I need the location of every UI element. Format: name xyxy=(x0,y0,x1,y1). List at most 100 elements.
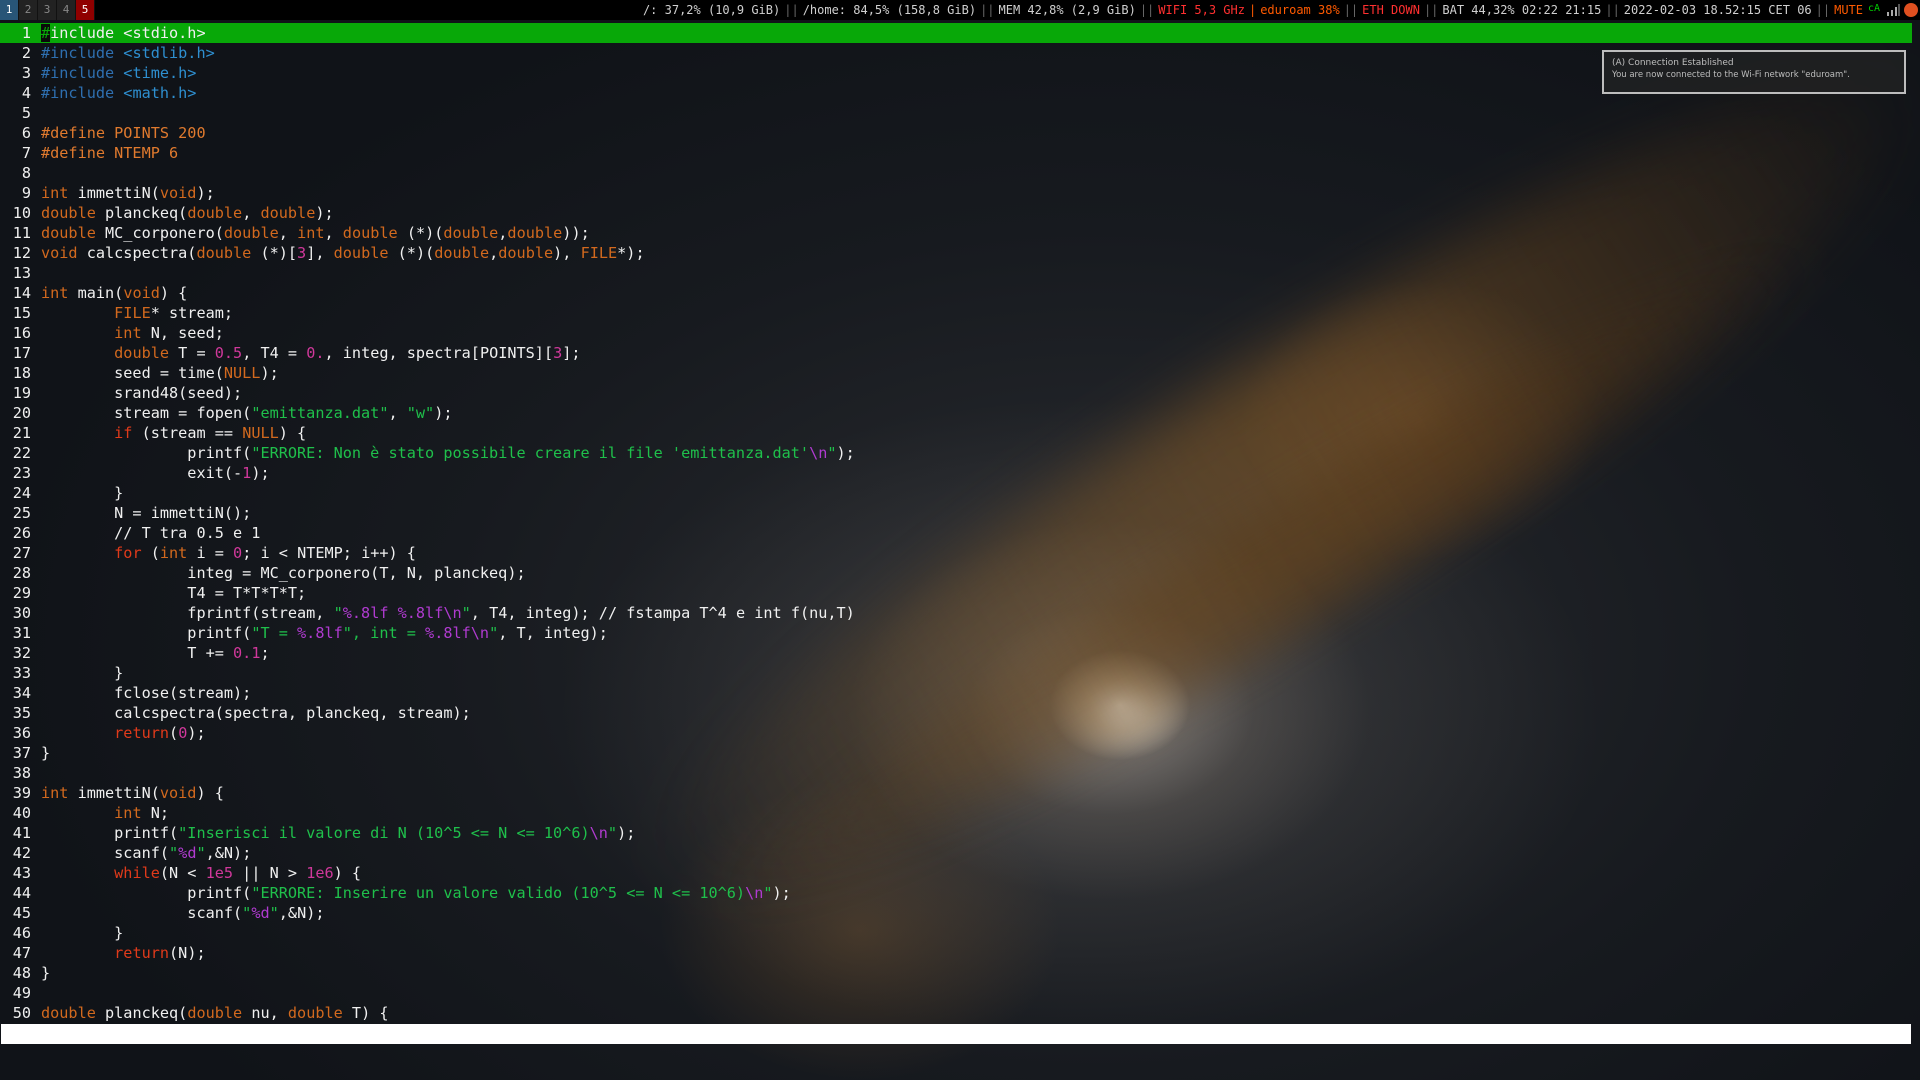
line-number: 29 xyxy=(12,584,31,602)
status-blocks: /: 37,2% (10,9 GiB) || /home: 84,5% (158… xyxy=(640,3,1920,17)
code-line[interactable]: 34 fclose(stream); xyxy=(0,683,1912,703)
line-number: 26 xyxy=(12,524,31,542)
code-token: 0.1 xyxy=(233,644,261,662)
code-line[interactable]: 28 integ = MC_corponero(T, N, planckeq); xyxy=(0,563,1912,583)
code-line[interactable]: 22 printf("ERRORE: Non è stato possibile… xyxy=(0,443,1912,463)
ssid-status: eduroam 38% xyxy=(1260,3,1340,17)
workspace-button-1[interactable]: 1 xyxy=(0,0,19,20)
command-line[interactable] xyxy=(1,1024,1911,1044)
code-line[interactable]: 6 #define POINTS 200 xyxy=(0,123,1912,143)
workspace-button-4[interactable]: 4 xyxy=(57,0,76,20)
code-line[interactable]: 50 double planckeq(double nu, double T) { xyxy=(0,1003,1912,1023)
code-line[interactable]: 23 exit(-1); xyxy=(0,463,1912,483)
code-line[interactable]: 38 xyxy=(0,763,1912,783)
code-line[interactable]: 41 printf("Inserisci il valore di N (10^… xyxy=(0,823,1912,843)
line-number: 28 xyxy=(12,564,31,582)
code-token: ,&N); xyxy=(205,844,252,862)
tray-label-icon[interactable]: cA xyxy=(1868,3,1882,17)
code-line[interactable]: 35 calcspectra(spectra, planckeq, stream… xyxy=(0,703,1912,723)
code-line[interactable]: 29 T4 = T*T*T*T; xyxy=(0,583,1912,603)
notification-popup[interactable]: (A) Connection Established You are now c… xyxy=(1602,50,1906,94)
code-token: void xyxy=(159,184,197,202)
status-separator: || xyxy=(1139,3,1155,17)
line-code: #include <stdlib.h> xyxy=(41,43,215,63)
tray-app-icon[interactable] xyxy=(1904,3,1918,17)
code-line[interactable]: 9 int immettiN(void); xyxy=(0,183,1912,203)
code-line[interactable]: 21 if (stream == NULL) { xyxy=(0,423,1912,443)
code-token: "ERRORE: Non è stato possibile creare il… xyxy=(251,444,810,462)
volume-status: MUTE xyxy=(1834,3,1863,17)
code-token: fclose(stream); xyxy=(41,684,252,702)
line-code: seed = time(NULL); xyxy=(41,363,279,383)
code-line[interactable]: 13 xyxy=(0,263,1912,283)
code-line[interactable]: 7 #define NTEMP 6 xyxy=(0,143,1912,163)
code-line[interactable]: 15 FILE* stream; xyxy=(0,303,1912,323)
code-token: stream = fopen( xyxy=(41,404,252,422)
code-line[interactable]: 48} xyxy=(0,963,1912,983)
code-token: || N > xyxy=(233,864,307,882)
code-line[interactable]: 30 fprintf(stream, "%.8lf %.8lf\n", T4, … xyxy=(0,603,1912,623)
workspace-button-2[interactable]: 2 xyxy=(19,0,38,20)
code-token: nu, xyxy=(242,1004,288,1022)
code-line[interactable]: 11 double MC_corponero(double, int, doubl… xyxy=(0,223,1912,243)
code-token: " xyxy=(489,624,499,642)
code-line[interactable]: 19 srand48(seed); xyxy=(0,383,1912,403)
code-line[interactable]: 8 xyxy=(0,163,1912,183)
code-line[interactable]: 36 return(0); xyxy=(0,723,1912,743)
code-line[interactable]: 12 void calcspectra(double (*)[3], double… xyxy=(0,243,1912,263)
code-line[interactable]: 26 // T tra 0.5 e 1 xyxy=(0,523,1912,543)
workspace-button-3[interactable]: 3 xyxy=(38,0,57,20)
code-line[interactable]: 25 N = immettiN(); xyxy=(0,503,1912,523)
line-code: FILE* stream; xyxy=(41,303,233,323)
line-number: 2 xyxy=(21,44,31,62)
code-line[interactable]: 43 while(N < 1e5 || N > 1e6) { xyxy=(0,863,1912,883)
code-line[interactable]: 14 int main(void) { xyxy=(0,283,1912,303)
line-code: int immettiN(void); xyxy=(41,183,215,203)
code-token: immettiN( xyxy=(68,184,160,202)
code-line[interactable]: 45 scanf("%d",&N); xyxy=(0,903,1912,923)
line-number: 22 xyxy=(12,444,31,462)
notification-title: (A) Connection Established xyxy=(1612,58,1734,68)
code-line[interactable]: 20 stream = fopen("emittanza.dat", "w"); xyxy=(0,403,1912,423)
code-line[interactable]: 5 xyxy=(0,103,1912,123)
code-line[interactable]: 27 for (int i = 0; i < NTEMP; i++) { xyxy=(0,543,1912,563)
datetime-status: 2022-02-03 18.52:15 CET 06 xyxy=(1623,3,1812,17)
code-line[interactable]: 17 double T = 0.5, T4 = 0., integ, spect… xyxy=(0,343,1912,363)
code-token: , xyxy=(242,204,261,222)
code-line[interactable]: 47 return(N); xyxy=(0,943,1912,963)
code-line[interactable]: 46 } xyxy=(0,923,1912,943)
code-line[interactable]: 44 printf("ERRORE: Inserire un valore va… xyxy=(0,883,1912,903)
line-code: } xyxy=(41,743,50,763)
wifi-signal-icon[interactable] xyxy=(1886,4,1900,16)
line-code: for (int i = 0; i < NTEMP; i++) { xyxy=(41,543,416,563)
code-token: printf( xyxy=(41,624,252,642)
line-number: 49 xyxy=(12,984,31,1002)
code-line[interactable]: 39 int immettiN(void) { xyxy=(0,783,1912,803)
code-line[interactable]: 33 } xyxy=(0,663,1912,683)
line-code: } xyxy=(41,483,123,503)
line-number: 3 xyxy=(21,64,31,82)
code-line[interactable]: 31 printf("T = %.8lf", int = %.8lf\n", T… xyxy=(0,623,1912,643)
workspace-list: 12345 xyxy=(0,0,95,20)
code-line[interactable]: 42 scanf("%d",&N); xyxy=(0,843,1912,863)
code-token: #include xyxy=(41,64,115,82)
code-line[interactable]: 16 int N, seed; xyxy=(0,323,1912,343)
code-line[interactable]: 18 seed = time(NULL); xyxy=(0,363,1912,383)
code-token: include <stdio.h> xyxy=(50,24,206,42)
code-line[interactable]: 40 int N; xyxy=(0,803,1912,823)
code-token: integ = MC_corponero(T, N, planckeq); xyxy=(41,564,526,582)
code-line[interactable]: 49 xyxy=(0,983,1912,1003)
workspace-button-5[interactable]: 5 xyxy=(76,0,95,20)
code-line[interactable]: 10 double planckeq(double, double); xyxy=(0,203,1912,223)
code-line[interactable]: 32 T += 0.1; xyxy=(0,643,1912,663)
code-token: " xyxy=(269,904,279,922)
line-code: printf("T = %.8lf", int = %.8lf\n", T, i… xyxy=(41,623,608,643)
line-code: integ = MC_corponero(T, N, planckeq); xyxy=(41,563,526,583)
code-line[interactable]: 1 #include <stdio.h> xyxy=(0,23,1912,43)
line-code: void calcspectra(double (*)[3], double (… xyxy=(41,243,645,263)
code-editor[interactable]: 1 #include <stdio.h> 2 #include <stdlib.h> 3… xyxy=(0,23,1912,1023)
code-token: " xyxy=(607,824,618,842)
code-line[interactable]: 37} xyxy=(0,743,1912,763)
code-line[interactable]: 24 } xyxy=(0,483,1912,503)
